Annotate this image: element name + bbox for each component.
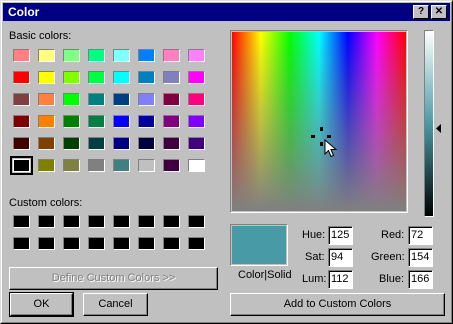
basic-color-swatch[interactable] [163,49,180,62]
help-button[interactable]: ? [413,5,429,19]
custom-color-swatch[interactable] [88,215,105,228]
window-title: Color [8,5,40,19]
custom-color-swatch[interactable] [113,215,130,228]
hue-input[interactable]: 125 [328,226,353,245]
basic-color-swatch[interactable] [63,115,80,128]
color-dialog: Color ? ✕ Basic colors: Custom colors: D… [0,0,453,324]
basic-color-swatch[interactable] [138,115,155,128]
green-input[interactable]: 154 [408,248,433,267]
basic-color-swatch[interactable] [113,49,130,62]
basic-color-swatch[interactable] [138,159,155,172]
mouse-cursor-icon [324,139,338,158]
basic-colors-label: Basic colors: [9,30,72,42]
custom-color-swatch[interactable] [13,237,30,250]
custom-color-swatch[interactable] [163,215,180,228]
custom-color-swatch[interactable] [38,215,55,228]
basic-color-swatch[interactable] [63,49,80,62]
red-label: Red: [381,229,405,241]
basic-color-swatch[interactable] [88,137,105,150]
basic-color-swatch[interactable] [63,137,80,150]
basic-color-swatch[interactable] [113,137,130,150]
basic-color-swatch[interactable] [113,71,130,84]
custom-colors-label: Custom colors: [9,197,83,209]
green-label: Green: [371,251,405,263]
basic-color-swatch[interactable] [63,159,80,172]
basic-color-swatch[interactable] [163,93,180,106]
basic-color-swatch[interactable] [88,159,105,172]
basic-color-swatch[interactable] [138,137,155,150]
custom-color-swatch[interactable] [13,215,30,228]
basic-color-swatch[interactable] [188,137,205,150]
basic-color-swatch[interactable] [63,71,80,84]
basic-color-swatch[interactable] [38,159,55,172]
basic-color-swatch[interactable] [138,49,155,62]
title-bar[interactable]: Color ? ✕ [3,3,450,21]
basic-color-swatch[interactable] [13,93,30,106]
basic-color-swatch[interactable] [138,71,155,84]
hue-label: Hue: [302,229,326,241]
blue-label: Blue: [379,273,405,285]
custom-color-swatch[interactable] [138,215,155,228]
color-solid-preview [230,224,288,266]
define-custom-colors-button[interactable]: Define Custom Colors >> [9,267,218,290]
basic-color-swatch[interactable] [88,115,105,128]
basic-color-swatch[interactable] [10,156,33,175]
basic-color-swatch[interactable] [138,93,155,106]
custom-color-swatch[interactable] [88,237,105,250]
add-to-custom-colors-button[interactable]: Add to Custom Colors [230,293,445,316]
custom-color-swatch[interactable] [38,237,55,250]
custom-color-swatch[interactable] [163,237,180,250]
custom-color-swatch[interactable] [188,215,205,228]
basic-color-swatch[interactable] [188,159,205,172]
custom-color-swatch[interactable] [188,237,205,250]
custom-color-swatch[interactable] [63,215,80,228]
blue-input[interactable]: 166 [408,270,433,289]
basic-color-swatch[interactable] [38,115,55,128]
basic-color-swatch[interactable] [38,71,55,84]
basic-color-swatch[interactable] [63,93,80,106]
basic-color-swatch[interactable] [13,137,30,150]
spectrum-gradient [232,32,406,211]
basic-color-swatch[interactable] [188,93,205,106]
basic-color-swatch[interactable] [38,137,55,150]
basic-color-swatch[interactable] [13,71,30,84]
basic-color-swatch[interactable] [113,159,130,172]
basic-color-swatch[interactable] [163,159,180,172]
basic-color-swatch[interactable] [88,71,105,84]
luminance-slider[interactable] [424,30,434,217]
lum-input[interactable]: 112 [328,270,353,289]
basic-color-swatch[interactable] [88,93,105,106]
red-input[interactable]: 72 [408,226,433,245]
basic-color-swatch[interactable] [188,49,205,62]
basic-color-swatch[interactable] [13,115,30,128]
basic-color-swatch[interactable] [163,71,180,84]
basic-color-swatch[interactable] [38,49,55,62]
color-solid-label: Color|Solid [238,269,292,281]
custom-color-swatch[interactable] [113,237,130,250]
custom-color-swatch[interactable] [63,237,80,250]
sat-input[interactable]: 94 [328,248,353,267]
lum-label: Lum: [302,273,327,285]
basic-color-swatch[interactable] [113,93,130,106]
luminance-arrow-icon[interactable] [436,124,442,134]
close-button[interactable]: ✕ [431,5,447,19]
basic-color-swatch[interactable] [163,137,180,150]
cancel-button[interactable]: Cancel [83,293,148,316]
basic-color-swatch[interactable] [88,49,105,62]
custom-color-swatch[interactable] [138,237,155,250]
basic-color-swatch[interactable] [188,115,205,128]
basic-color-swatch[interactable] [13,49,30,62]
ok-button[interactable]: OK [9,292,74,317]
basic-color-swatch[interactable] [113,115,130,128]
basic-color-swatch[interactable] [188,71,205,84]
basic-color-swatch[interactable] [163,115,180,128]
color-spectrum[interactable] [230,30,408,213]
sat-label: Sat: [305,251,325,263]
basic-color-swatch[interactable] [38,93,55,106]
